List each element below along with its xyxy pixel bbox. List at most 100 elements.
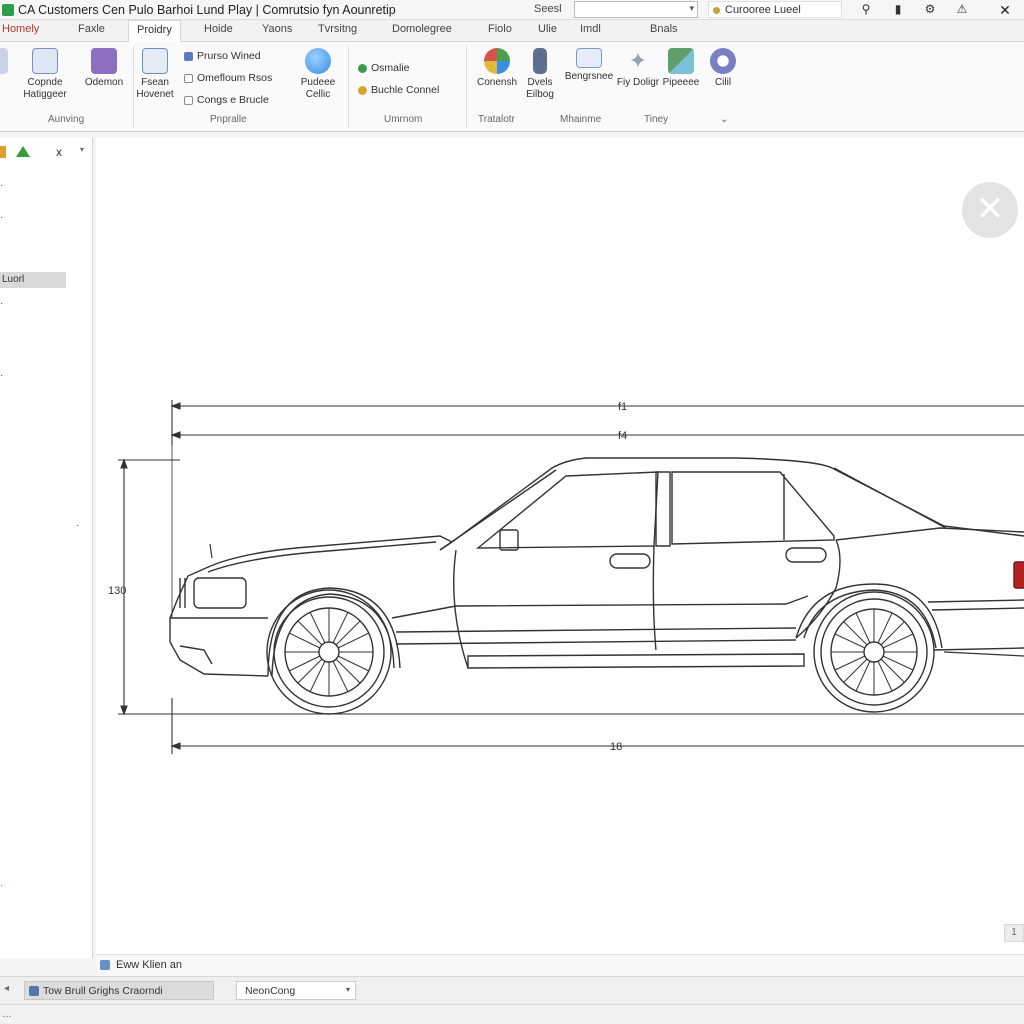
tab-yaons[interactable]: Yaons — [262, 23, 292, 35]
panel-close-icon[interactable]: x — [56, 145, 62, 159]
window-icon — [29, 986, 39, 996]
panel-menu-icon[interactable]: ▾ — [80, 145, 84, 154]
monitor-icon — [576, 48, 602, 68]
frame-icon — [184, 73, 193, 83]
tab-domolegree[interactable]: Domolegree — [392, 23, 452, 35]
title-bar-tools: ⚲ ▮ ⚙ ⚠ — [850, 2, 978, 16]
tab-homely[interactable]: Homely — [2, 23, 39, 35]
tab-hoide[interactable]: Hoide — [204, 23, 233, 35]
scroll-corner-button[interactable]: 1 — [1004, 924, 1024, 942]
palette-icon — [484, 48, 510, 74]
ribbon-button-label: Cilil — [714, 77, 732, 88]
tree-marker[interactable]: · — [0, 370, 3, 381]
app-logo-icon — [2, 4, 14, 16]
tab-fiolo[interactable]: Fiolo — [488, 23, 512, 35]
ribbon-button-cilil[interactable]: Cilil — [704, 48, 742, 89]
tree-marker[interactable]: · — [0, 298, 3, 309]
document-icon — [0, 48, 8, 74]
settings-icon[interactable]: ⚙ — [914, 2, 946, 16]
triangle-icon[interactable] — [16, 146, 30, 157]
ribbon-button-label: Fiy Doligr — [616, 77, 660, 88]
ribbon-button-label: Fsean Hovenet — [136, 77, 174, 100]
ribbon-button-label: Copnde Hatiggeer — [23, 77, 67, 100]
ribbon-button-fsean[interactable]: Fsean Hovenet — [134, 48, 176, 101]
tab-bnals[interactable]: Bnals — [650, 23, 678, 35]
group-label-umrnom: Umrnom — [384, 114, 423, 125]
ribbon-button-copnde[interactable]: Copnde Hatiggeer — [16, 48, 74, 101]
ribbon-small-prurso[interactable]: Prurso Wined — [184, 50, 261, 62]
globe-icon — [305, 48, 331, 74]
taskbar-menu-icon[interactable]: ◂ — [4, 983, 9, 994]
status-line: Eww Klien an — [96, 954, 1024, 976]
search-input[interactable] — [575, 2, 683, 18]
car-drawing: f1 f4 130 18 — [108, 400, 1024, 754]
pencil-icon[interactable] — [0, 146, 6, 158]
ribbon-small-osmalie[interactable]: Osmalie — [358, 62, 410, 74]
bulb-icon — [358, 85, 367, 95]
layer-select-value: NeonCong — [245, 985, 296, 997]
tree-marker[interactable]: · — [0, 880, 3, 891]
tree-marker[interactable]: · — [0, 212, 3, 223]
ribbon-button-label: Pudeee Cellic — [300, 77, 336, 100]
ribbon-button-dvels[interactable]: Dvels Eilbog — [520, 48, 560, 101]
pin-icon[interactable]: ⚲ — [850, 2, 882, 16]
layer-select[interactable]: NeonCong ▾ — [236, 981, 356, 1000]
task-bar: ◂ Tow Brull Grighs Craorndi NeonCong ▾ — [0, 976, 1024, 1004]
ribbon-button-conensh[interactable]: Conensh — [472, 48, 522, 89]
cog-icon — [710, 48, 736, 74]
tree-item-selected[interactable]: Luorl — [0, 272, 66, 288]
car-body — [169, 457, 1024, 715]
ribbon-small-label: Buchle Connel — [371, 84, 440, 96]
dimension-label-top-2: f4 — [618, 430, 627, 442]
grid-icon — [184, 95, 193, 105]
bottom-bar-marker: … — [2, 1009, 12, 1020]
window-title: CA Customers Cen Pulo Barhoi Lund Play |… — [18, 3, 396, 17]
drawing-canvas[interactable]: ✕ f1 f4 130 18 1 — [96, 138, 1024, 954]
ribbon: Copnde Hatiggeer Odemon Aunving Fsean Ho… — [0, 42, 1024, 132]
ribbon-button-partial[interactable] — [0, 48, 10, 77]
customer-selector[interactable]: Curooree Lueel — [708, 1, 842, 18]
page-icon — [142, 48, 168, 74]
blueprint-icon — [32, 48, 58, 74]
group-label-aunving: Aunving — [48, 114, 85, 125]
dimension-label-top-1: f1 — [618, 401, 627, 413]
tab-proidry[interactable]: Proidry — [128, 20, 181, 43]
ribbon-expand-icon[interactable]: ⌄ — [720, 114, 728, 125]
search-label: Seesl — [534, 3, 562, 15]
ribbon-button-odemon[interactable]: Odemon — [78, 48, 130, 89]
title-bar: CA Customers Cen Pulo Barhoi Lund Play |… — [0, 0, 1024, 20]
status-text: Eww Klien an — [116, 959, 183, 971]
leaf-icon — [358, 63, 367, 73]
ribbon-button-label: Bengrsnee — [564, 71, 614, 82]
ribbon-button-pipeeee[interactable]: Pipeeee — [658, 48, 704, 89]
ribbon-tabs: Homely Faxle Proidry Hoide Yaons Tvrsitn… — [0, 20, 1024, 43]
folder-icon — [91, 48, 117, 74]
tab-imdl[interactable]: Imdl — [580, 23, 601, 35]
group-separator — [466, 46, 467, 128]
group-label-tiney: Tiney — [644, 114, 669, 125]
ribbon-small-congs[interactable]: Congs e Brucle — [184, 94, 269, 106]
tab-tvrsitng[interactable]: Tvrsitng — [318, 23, 357, 35]
tab-faxle[interactable]: Faxle — [78, 23, 105, 35]
info-icon — [100, 960, 110, 970]
ribbon-small-label: Congs e Brucle — [197, 94, 269, 106]
chevron-down-icon[interactable]: ▾ — [689, 3, 694, 14]
window-close-button[interactable]: ✕ — [990, 0, 1020, 20]
group-label-tratalotr: Tratalotr — [478, 114, 515, 125]
dimension-label-bottom: 18 — [610, 741, 622, 753]
tab-ulie[interactable]: Ulie — [538, 23, 557, 35]
tree-marker[interactable]: · — [0, 180, 3, 191]
ribbon-small-buchle[interactable]: Buchle Connel — [358, 84, 439, 96]
alert-icon[interactable]: ⚠ — [946, 2, 978, 16]
task-button-label: Tow Brull Grighs Craorndi — [43, 985, 163, 997]
ribbon-button-bengrsnee[interactable]: Bengrsnee — [560, 48, 618, 83]
task-button[interactable]: Tow Brull Grighs Craorndi — [24, 981, 214, 1000]
customer-label: Curooree Lueel — [725, 4, 801, 16]
ribbon-button-pudeee[interactable]: Pudeee Cellic — [292, 48, 344, 101]
splitter-handle[interactable]: · — [76, 520, 79, 530]
dimension-top-2 — [170, 431, 1024, 439]
lock-icon[interactable]: ▮ — [882, 2, 914, 16]
ribbon-button-fiy-doligr[interactable]: ✦ Fiy Doligr — [616, 48, 660, 89]
ribbon-small-omefloum[interactable]: Omefloum Rsos — [184, 72, 272, 84]
search-input-box[interactable]: ▾ — [574, 1, 698, 18]
